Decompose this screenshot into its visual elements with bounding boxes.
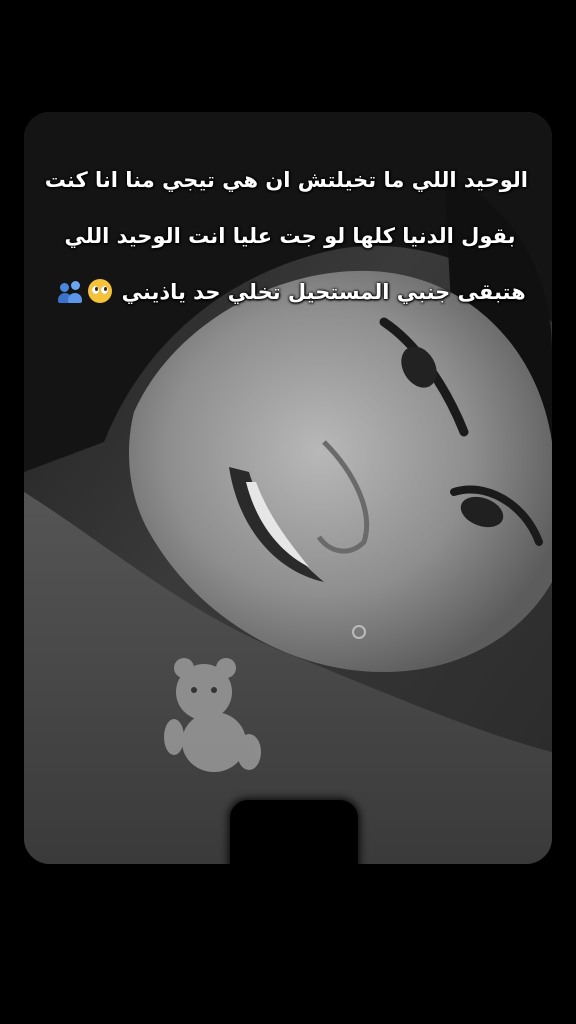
photo-card: الوحيد اللي ما تخيلتش ان هي تيجي منا انا… bbox=[24, 112, 552, 864]
caption-line-3: هتبقى جنبي المستحيل تخلي حد ياذيني bbox=[52, 264, 528, 320]
people-hugging-icon bbox=[56, 279, 84, 303]
home-button[interactable] bbox=[230, 800, 358, 920]
caption-line-2: بقول الدنيا كلها لو جت عليا انت الوحيد ا… bbox=[64, 224, 516, 248]
caption-line-3-text: هتبقى جنبي المستحيل تخلي حد ياذيني bbox=[121, 280, 526, 304]
caption-line-1: الوحيد اللي ما تخيلتش ان هي تيجي منا انا… bbox=[44, 168, 528, 192]
caption-text: الوحيد اللي ما تخيلتش ان هي تيجي منا انا… bbox=[44, 152, 528, 320]
pleading-face-icon bbox=[88, 279, 113, 303]
